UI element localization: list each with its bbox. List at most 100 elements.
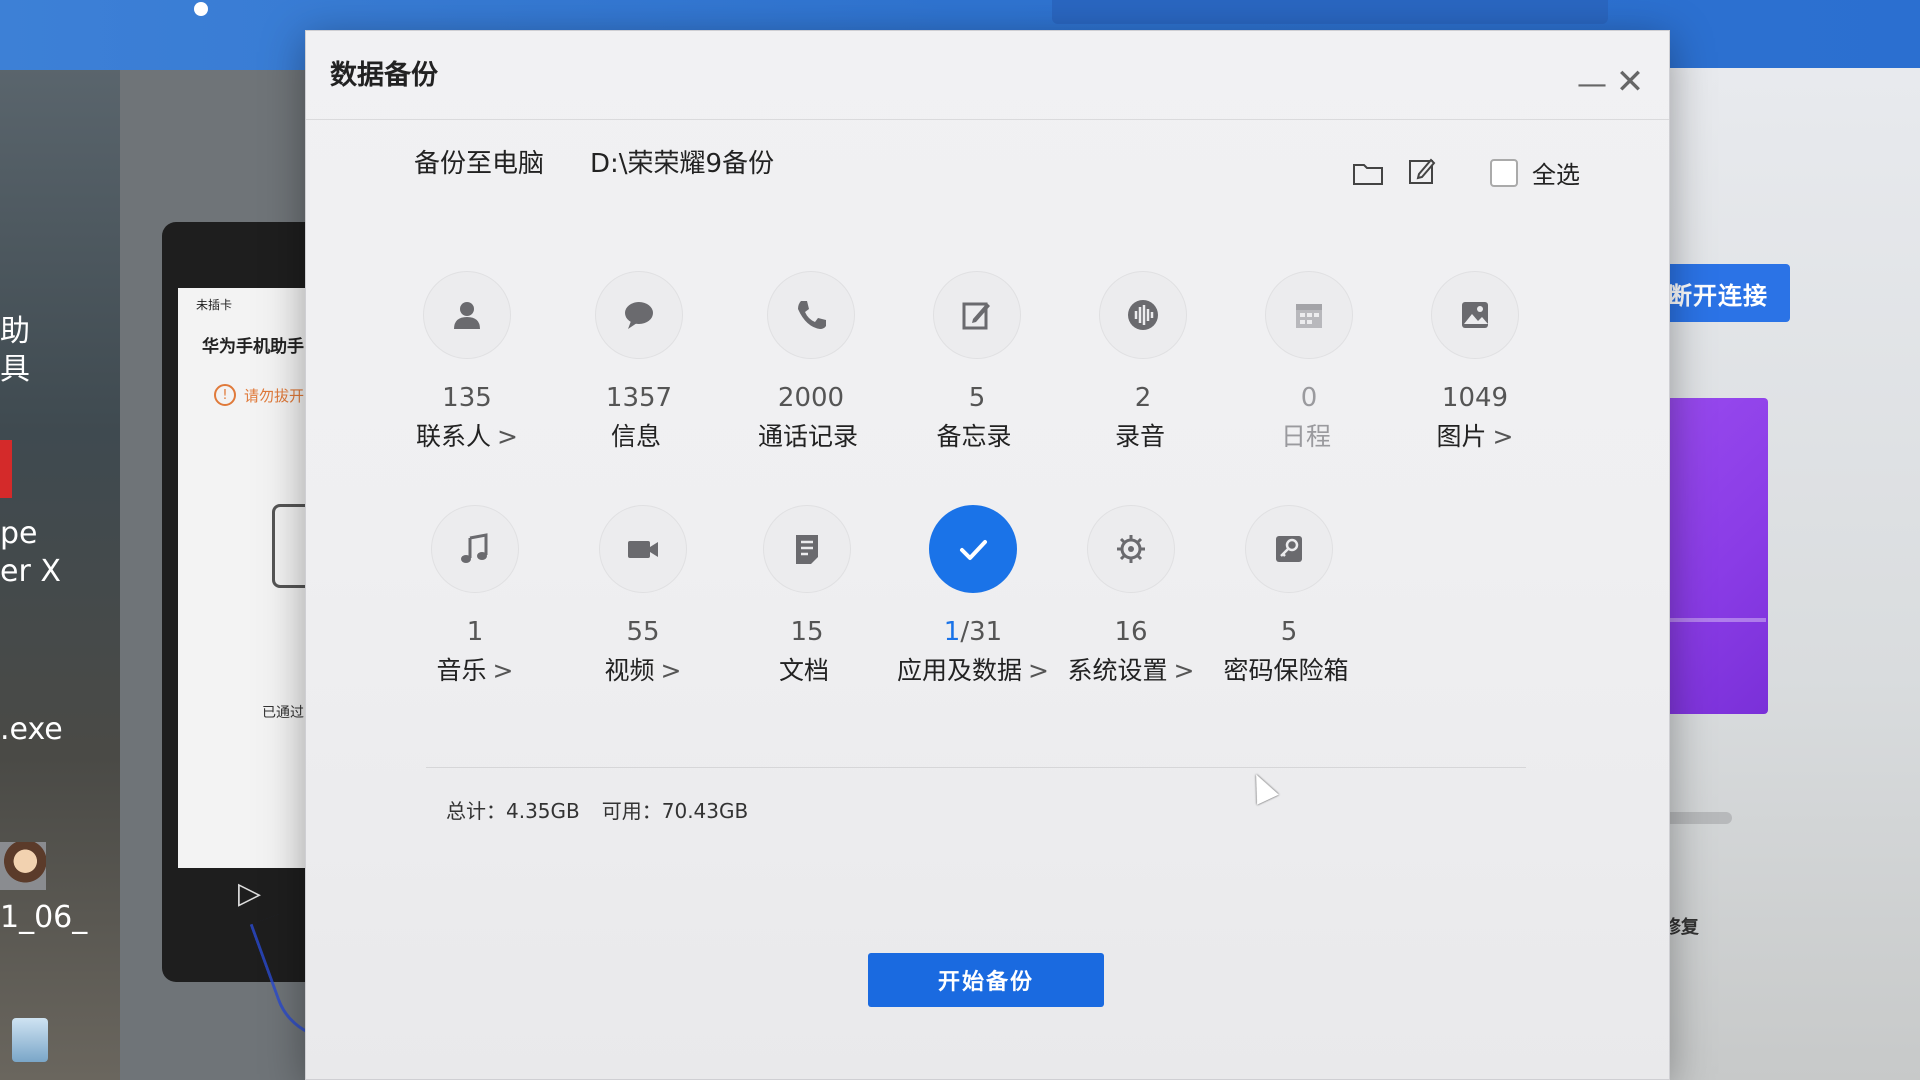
desktop-recycle-icon[interactable]: [12, 1018, 48, 1062]
phone-app-title: 华为手机助手: [202, 337, 304, 357]
message-icon: [595, 271, 683, 359]
category-count: 15: [790, 617, 824, 647]
memo-icon: [933, 271, 1021, 359]
desktop-label: 1_06_: [0, 900, 88, 935]
category-label-text: 日程: [1280, 422, 1331, 451]
category-label: 密码保险箱: [1204, 651, 1374, 687]
folder-icon[interactable]: [1350, 155, 1386, 191]
category-memos[interactable]: 5 备忘录: [892, 271, 1062, 453]
category-label: 录音: [1058, 417, 1228, 453]
category-password-vault[interactable]: 5 密码保险箱: [1204, 505, 1374, 687]
desktop-label: pe: [0, 516, 38, 551]
storage-total: 总计：4.35GB: [446, 799, 580, 823]
category-label: 音乐 >: [390, 651, 560, 687]
chevron-right-icon: >: [492, 656, 514, 685]
chevron-right-icon: >: [660, 656, 682, 685]
category-count: 2: [1134, 383, 1152, 413]
category-music[interactable]: 1 音乐 >: [390, 505, 560, 687]
category-calendar: 0 日程: [1224, 271, 1394, 453]
mouse-cursor-icon: [1245, 769, 1279, 805]
desktop-label: .exe: [0, 712, 63, 747]
category-label: 日程: [1224, 417, 1394, 453]
category-label-text: 文档: [778, 656, 829, 685]
select-all-label: 全选: [1532, 161, 1580, 189]
category-label-text: 系统设置: [1067, 656, 1168, 685]
recording-icon: [1099, 271, 1187, 359]
settings-icon: [1087, 505, 1175, 593]
phone-warning: ! 请勿拔开: [214, 384, 304, 406]
chevron-right-icon: >: [1492, 422, 1514, 451]
category-count: 5: [968, 383, 986, 413]
category-label: 系统设置 >: [1046, 651, 1216, 687]
category-count: 5: [1280, 617, 1298, 647]
category-count: 1/31: [888, 617, 1058, 647]
dialog-title: 数据备份: [330, 60, 438, 91]
close-button[interactable]: ✕: [1615, 62, 1645, 102]
chevron-right-icon: >: [1173, 656, 1195, 685]
category-call-logs[interactable]: 2000 通话记录: [726, 271, 896, 453]
category-count: 2000: [777, 383, 845, 413]
storage-available: 可用：70.43GB: [601, 799, 749, 823]
chevron-right-icon: >: [497, 422, 518, 451]
minimize-button[interactable]: —: [1577, 67, 1607, 102]
category-label-text: 备忘录: [936, 422, 1012, 451]
category-label-text: 视频: [604, 656, 655, 685]
category-documents[interactable]: 15 文档: [722, 505, 892, 687]
select-all-checkbox[interactable]: [1490, 158, 1518, 187]
category-pictures[interactable]: 1049 图片 >: [1390, 271, 1560, 453]
contact-icon: [423, 271, 511, 359]
total-count: /31: [960, 617, 1003, 647]
desktop-left-strip: 助 具 pe er X .exe 1_06_: [0, 0, 120, 1080]
category-label-text: 密码保险箱: [1223, 656, 1349, 685]
category-label: 联系人 >: [382, 417, 552, 453]
music-icon: [431, 505, 519, 593]
category-messages[interactable]: 1357 信息: [554, 271, 724, 453]
storage-info: 总计：4.35GB 可用：70.43GB: [446, 795, 748, 824]
warning-icon: !: [214, 384, 236, 406]
phone-icon: [767, 271, 855, 359]
desktop-app-icon[interactable]: [0, 440, 12, 498]
selected-count: 1: [943, 617, 961, 647]
category-label-text: 信息: [610, 422, 661, 451]
start-backup-button[interactable]: 开始备份: [868, 953, 1104, 1007]
category-count: 55: [626, 617, 660, 647]
category-recordings[interactable]: 2 录音: [1058, 271, 1228, 453]
phone-warning-text: 请勿拔开: [244, 386, 305, 405]
phone-status-text: 未插卡: [196, 298, 233, 312]
category-label: 备忘录: [892, 417, 1062, 453]
category-apps-and-data[interactable]: 1/31 应用及数据 >: [888, 505, 1058, 687]
check-icon[interactable]: [929, 505, 1017, 593]
indicator-dot: [194, 2, 208, 16]
video-icon: [599, 505, 687, 593]
category-label: 图片 >: [1390, 417, 1560, 453]
data-backup-dialog: 数据备份 — ✕ 备份至电脑 D:\荣荣耀9备份 全选 135 联系人 > 135…: [305, 30, 1670, 1080]
header-divider: [306, 119, 1669, 120]
category-videos[interactable]: 55 视频 >: [558, 505, 728, 687]
category-contacts[interactable]: 135 联系人 >: [382, 271, 552, 453]
category-count: 0: [1300, 383, 1318, 413]
category-label-text: 通话记录: [757, 422, 858, 451]
category-label: 应用及数据 >: [888, 651, 1058, 687]
category-count: 1049: [1441, 383, 1509, 413]
document-icon: [763, 505, 851, 593]
category-label: 通话记录: [726, 417, 896, 453]
category-label-text: 录音: [1114, 422, 1165, 451]
calendar-icon: [1265, 271, 1353, 359]
category-count: 1357: [605, 383, 673, 413]
category-label: 视频 >: [558, 651, 728, 687]
desktop-label: er X: [0, 554, 61, 589]
backup-target-label: 备份至电脑: [414, 149, 545, 179]
category-system-settings[interactable]: 16 系统设置 >: [1046, 505, 1216, 687]
select-all[interactable]: 全选: [1490, 155, 1580, 190]
edit-icon[interactable]: [1404, 153, 1440, 189]
storage-divider: [426, 767, 1526, 768]
play-icon[interactable]: ▷: [238, 876, 261, 911]
search-bar[interactable]: [1052, 0, 1608, 24]
backup-target-path: D:\荣荣耀9备份: [590, 149, 775, 179]
category-label-text: 音乐: [436, 656, 487, 685]
category-count: 1: [466, 617, 484, 647]
desktop-avatar[interactable]: [0, 842, 46, 890]
category-count: 135: [442, 383, 492, 413]
category-label-text: 联系人: [416, 422, 492, 451]
desktop-label: 具: [0, 352, 30, 387]
